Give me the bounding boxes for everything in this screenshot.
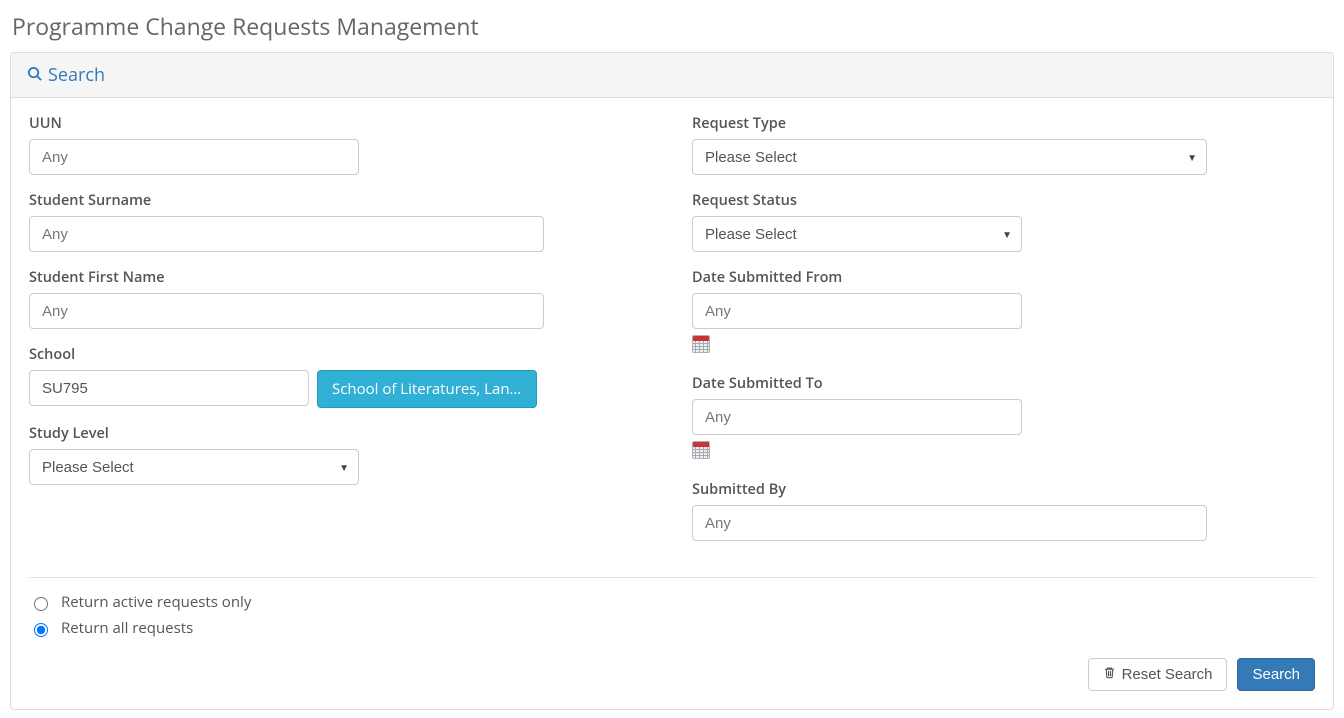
panel-heading[interactable]: Search — [11, 53, 1333, 98]
submittedby-label: Submitted By — [692, 480, 1315, 499]
reqstatus-label: Request Status — [692, 191, 1315, 210]
radio-all-row: Return all requests — [29, 618, 1315, 638]
radio-all[interactable] — [34, 623, 48, 637]
studylevel-group: Study Level Please Select ▼ — [29, 424, 652, 485]
panel-heading-title: Search — [48, 63, 105, 87]
studylevel-select[interactable]: Please Select — [29, 449, 359, 485]
studylevel-label: Study Level — [29, 424, 652, 443]
surname-group: Student Surname — [29, 191, 652, 252]
search-panel: Search UUN Student Surname Student First… — [10, 52, 1334, 710]
reset-search-label: Reset Search — [1122, 666, 1213, 683]
firstname-group: Student First Name — [29, 268, 652, 329]
separator — [29, 577, 1315, 578]
calendar-icon[interactable] — [692, 441, 710, 459]
dateto-input[interactable] — [692, 399, 1022, 435]
trash-icon — [1103, 666, 1116, 683]
dateto-group: Date Submitted To — [692, 374, 1315, 464]
left-column: UUN Student Surname Student First Name S… — [29, 114, 652, 557]
school-input[interactable] — [29, 370, 309, 406]
actions-row: Reset Search Search — [29, 658, 1315, 691]
uun-input[interactable] — [29, 139, 359, 175]
radio-active-only-label[interactable]: Return active requests only — [61, 592, 251, 612]
school-label: School — [29, 345, 652, 364]
submittedby-group: Submitted By — [692, 480, 1315, 541]
uun-label: UUN — [29, 114, 652, 133]
datefrom-group: Date Submitted From — [692, 268, 1315, 358]
right-column: Request Type Please Select ▼ Request Sta… — [692, 114, 1315, 557]
reqtype-label: Request Type — [692, 114, 1315, 133]
school-group: School School of Literatures, Lang... — [29, 345, 652, 408]
calendar-icon[interactable] — [692, 335, 710, 353]
panel-body: UUN Student Surname Student First Name S… — [11, 98, 1333, 709]
firstname-label: Student First Name — [29, 268, 652, 287]
radio-active-only[interactable] — [34, 597, 48, 611]
radio-all-label[interactable]: Return all requests — [61, 618, 193, 638]
datefrom-label: Date Submitted From — [692, 268, 1315, 287]
reqstatus-group: Request Status Please Select ▼ — [692, 191, 1315, 252]
search-button[interactable]: Search — [1237, 658, 1315, 691]
radio-active-only-row: Return active requests only — [29, 592, 1315, 612]
school-selected-badge[interactable]: School of Literatures, Lang... — [317, 370, 537, 408]
uun-group: UUN — [29, 114, 652, 175]
surname-input[interactable] — [29, 216, 544, 252]
search-icon — [27, 64, 42, 86]
datefrom-input[interactable] — [692, 293, 1022, 329]
page-title: Programme Change Requests Management — [12, 10, 1334, 42]
surname-label: Student Surname — [29, 191, 652, 210]
firstname-input[interactable] — [29, 293, 544, 329]
reset-search-button[interactable]: Reset Search — [1088, 658, 1228, 691]
dateto-label: Date Submitted To — [692, 374, 1315, 393]
reqtype-select[interactable]: Please Select — [692, 139, 1207, 175]
search-button-label: Search — [1252, 666, 1300, 683]
submittedby-input[interactable] — [692, 505, 1207, 541]
reqtype-group: Request Type Please Select ▼ — [692, 114, 1315, 175]
reqstatus-select[interactable]: Please Select — [692, 216, 1022, 252]
